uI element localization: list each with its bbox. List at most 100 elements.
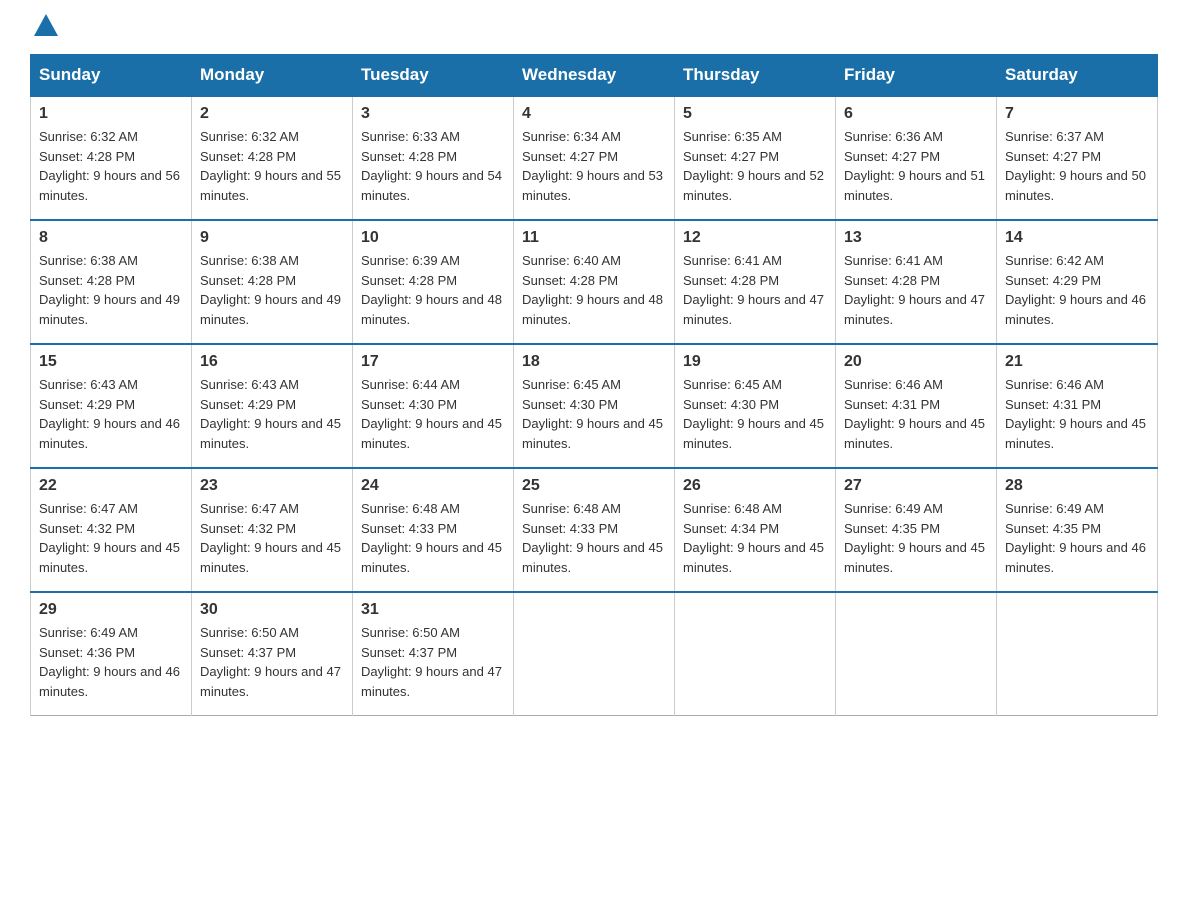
calendar-cell: 28 Sunrise: 6:49 AMSunset: 4:35 PMDaylig… xyxy=(997,468,1158,592)
day-info: Sunrise: 6:36 AMSunset: 4:27 PMDaylight:… xyxy=(844,127,988,205)
day-number: 5 xyxy=(683,105,827,123)
day-number: 11 xyxy=(522,229,666,247)
day-info: Sunrise: 6:38 AMSunset: 4:28 PMDaylight:… xyxy=(39,251,183,329)
calendar-cell: 26 Sunrise: 6:48 AMSunset: 4:34 PMDaylig… xyxy=(675,468,836,592)
day-info: Sunrise: 6:43 AMSunset: 4:29 PMDaylight:… xyxy=(200,375,344,453)
day-number: 25 xyxy=(522,477,666,495)
calendar-cell: 22 Sunrise: 6:47 AMSunset: 4:32 PMDaylig… xyxy=(31,468,192,592)
calendar-cell: 17 Sunrise: 6:44 AMSunset: 4:30 PMDaylig… xyxy=(353,344,514,468)
day-info: Sunrise: 6:33 AMSunset: 4:28 PMDaylight:… xyxy=(361,127,505,205)
day-info: Sunrise: 6:50 AMSunset: 4:37 PMDaylight:… xyxy=(361,623,505,701)
week-row-2: 8 Sunrise: 6:38 AMSunset: 4:28 PMDayligh… xyxy=(31,220,1158,344)
day-info: Sunrise: 6:41 AMSunset: 4:28 PMDaylight:… xyxy=(844,251,988,329)
weekday-header-wednesday: Wednesday xyxy=(514,55,675,97)
day-number: 27 xyxy=(844,477,988,495)
day-info: Sunrise: 6:49 AMSunset: 4:35 PMDaylight:… xyxy=(1005,499,1149,577)
weekday-header-thursday: Thursday xyxy=(675,55,836,97)
calendar-cell: 14 Sunrise: 6:42 AMSunset: 4:29 PMDaylig… xyxy=(997,220,1158,344)
calendar-cell: 27 Sunrise: 6:49 AMSunset: 4:35 PMDaylig… xyxy=(836,468,997,592)
day-number: 24 xyxy=(361,477,505,495)
calendar-cell: 4 Sunrise: 6:34 AMSunset: 4:27 PMDayligh… xyxy=(514,96,675,220)
day-number: 14 xyxy=(1005,229,1149,247)
day-info: Sunrise: 6:48 AMSunset: 4:33 PMDaylight:… xyxy=(522,499,666,577)
day-info: Sunrise: 6:37 AMSunset: 4:27 PMDaylight:… xyxy=(1005,127,1149,205)
calendar-cell: 1 Sunrise: 6:32 AMSunset: 4:28 PMDayligh… xyxy=(31,96,192,220)
weekday-header-friday: Friday xyxy=(836,55,997,97)
day-info: Sunrise: 6:48 AMSunset: 4:33 PMDaylight:… xyxy=(361,499,505,577)
day-info: Sunrise: 6:49 AMSunset: 4:35 PMDaylight:… xyxy=(844,499,988,577)
day-number: 3 xyxy=(361,105,505,123)
day-info: Sunrise: 6:44 AMSunset: 4:30 PMDaylight:… xyxy=(361,375,505,453)
calendar-cell: 30 Sunrise: 6:50 AMSunset: 4:37 PMDaylig… xyxy=(192,592,353,716)
day-number: 12 xyxy=(683,229,827,247)
week-row-1: 1 Sunrise: 6:32 AMSunset: 4:28 PMDayligh… xyxy=(31,96,1158,220)
day-info: Sunrise: 6:46 AMSunset: 4:31 PMDaylight:… xyxy=(844,375,988,453)
calendar-table: SundayMondayTuesdayWednesdayThursdayFrid… xyxy=(30,54,1158,716)
calendar-cell: 10 Sunrise: 6:39 AMSunset: 4:28 PMDaylig… xyxy=(353,220,514,344)
calendar-cell: 12 Sunrise: 6:41 AMSunset: 4:28 PMDaylig… xyxy=(675,220,836,344)
calendar-cell: 18 Sunrise: 6:45 AMSunset: 4:30 PMDaylig… xyxy=(514,344,675,468)
day-info: Sunrise: 6:47 AMSunset: 4:32 PMDaylight:… xyxy=(39,499,183,577)
day-info: Sunrise: 6:50 AMSunset: 4:37 PMDaylight:… xyxy=(200,623,344,701)
week-row-3: 15 Sunrise: 6:43 AMSunset: 4:29 PMDaylig… xyxy=(31,344,1158,468)
day-info: Sunrise: 6:35 AMSunset: 4:27 PMDaylight:… xyxy=(683,127,827,205)
day-number: 30 xyxy=(200,601,344,619)
day-number: 15 xyxy=(39,353,183,371)
week-row-5: 29 Sunrise: 6:49 AMSunset: 4:36 PMDaylig… xyxy=(31,592,1158,716)
calendar-cell xyxy=(997,592,1158,716)
day-number: 17 xyxy=(361,353,505,371)
day-number: 10 xyxy=(361,229,505,247)
calendar-cell: 31 Sunrise: 6:50 AMSunset: 4:37 PMDaylig… xyxy=(353,592,514,716)
day-number: 26 xyxy=(683,477,827,495)
calendar-cell: 15 Sunrise: 6:43 AMSunset: 4:29 PMDaylig… xyxy=(31,344,192,468)
weekday-header-sunday: Sunday xyxy=(31,55,192,97)
page-header xyxy=(30,20,1158,34)
day-info: Sunrise: 6:47 AMSunset: 4:32 PMDaylight:… xyxy=(200,499,344,577)
calendar-cell: 7 Sunrise: 6:37 AMSunset: 4:27 PMDayligh… xyxy=(997,96,1158,220)
day-number: 2 xyxy=(200,105,344,123)
day-number: 1 xyxy=(39,105,183,123)
day-number: 21 xyxy=(1005,353,1149,371)
day-number: 19 xyxy=(683,353,827,371)
day-number: 28 xyxy=(1005,477,1149,495)
weekday-header-saturday: Saturday xyxy=(997,55,1158,97)
day-number: 29 xyxy=(39,601,183,619)
day-number: 31 xyxy=(361,601,505,619)
day-number: 8 xyxy=(39,229,183,247)
calendar-cell xyxy=(836,592,997,716)
day-info: Sunrise: 6:42 AMSunset: 4:29 PMDaylight:… xyxy=(1005,251,1149,329)
day-number: 23 xyxy=(200,477,344,495)
calendar-cell: 25 Sunrise: 6:48 AMSunset: 4:33 PMDaylig… xyxy=(514,468,675,592)
day-info: Sunrise: 6:49 AMSunset: 4:36 PMDaylight:… xyxy=(39,623,183,701)
day-number: 20 xyxy=(844,353,988,371)
calendar-cell: 2 Sunrise: 6:32 AMSunset: 4:28 PMDayligh… xyxy=(192,96,353,220)
day-number: 4 xyxy=(522,105,666,123)
calendar-cell: 21 Sunrise: 6:46 AMSunset: 4:31 PMDaylig… xyxy=(997,344,1158,468)
calendar-cell: 6 Sunrise: 6:36 AMSunset: 4:27 PMDayligh… xyxy=(836,96,997,220)
calendar-cell: 20 Sunrise: 6:46 AMSunset: 4:31 PMDaylig… xyxy=(836,344,997,468)
calendar-cell: 23 Sunrise: 6:47 AMSunset: 4:32 PMDaylig… xyxy=(192,468,353,592)
day-info: Sunrise: 6:46 AMSunset: 4:31 PMDaylight:… xyxy=(1005,375,1149,453)
day-info: Sunrise: 6:32 AMSunset: 4:28 PMDaylight:… xyxy=(200,127,344,205)
day-number: 9 xyxy=(200,229,344,247)
day-info: Sunrise: 6:45 AMSunset: 4:30 PMDaylight:… xyxy=(683,375,827,453)
day-info: Sunrise: 6:45 AMSunset: 4:30 PMDaylight:… xyxy=(522,375,666,453)
calendar-cell: 24 Sunrise: 6:48 AMSunset: 4:33 PMDaylig… xyxy=(353,468,514,592)
logo xyxy=(30,20,60,34)
calendar-cell: 11 Sunrise: 6:40 AMSunset: 4:28 PMDaylig… xyxy=(514,220,675,344)
calendar-cell: 19 Sunrise: 6:45 AMSunset: 4:30 PMDaylig… xyxy=(675,344,836,468)
day-info: Sunrise: 6:34 AMSunset: 4:27 PMDaylight:… xyxy=(522,127,666,205)
day-info: Sunrise: 6:38 AMSunset: 4:28 PMDaylight:… xyxy=(200,251,344,329)
calendar-cell xyxy=(675,592,836,716)
day-info: Sunrise: 6:48 AMSunset: 4:34 PMDaylight:… xyxy=(683,499,827,577)
weekday-header-monday: Monday xyxy=(192,55,353,97)
day-number: 16 xyxy=(200,353,344,371)
day-number: 13 xyxy=(844,229,988,247)
day-number: 22 xyxy=(39,477,183,495)
day-number: 7 xyxy=(1005,105,1149,123)
calendar-cell: 5 Sunrise: 6:35 AMSunset: 4:27 PMDayligh… xyxy=(675,96,836,220)
day-info: Sunrise: 6:39 AMSunset: 4:28 PMDaylight:… xyxy=(361,251,505,329)
weekday-header-row: SundayMondayTuesdayWednesdayThursdayFrid… xyxy=(31,55,1158,97)
day-number: 18 xyxy=(522,353,666,371)
calendar-cell xyxy=(514,592,675,716)
